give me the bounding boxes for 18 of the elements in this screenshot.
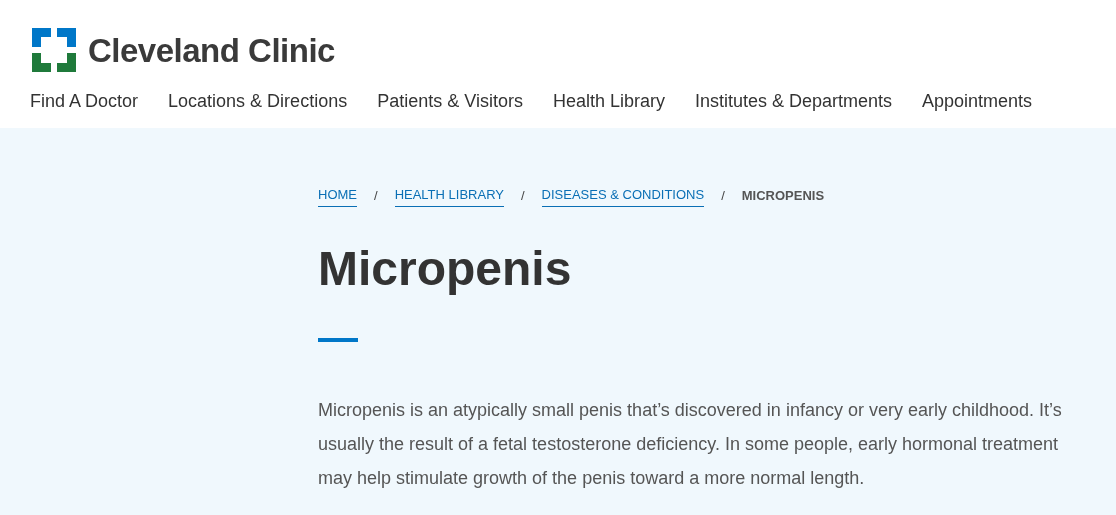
nav-link[interactable]: Patients & Visitors [377, 88, 523, 115]
breadcrumb-link[interactable]: HOME [318, 185, 357, 207]
nav-link[interactable]: Health Library [552, 88, 665, 115]
summary-paragraph: Micropenis is an atypically small penis that’s discovered in infancy or very early childhood. It’s usually the result of a fetal testosterone deficiency. In some people, early hormonal treatment may help stimulate growth of the penis toward a more normal length. [318, 398, 1063, 490]
breadcrumb-link[interactable]: DISEASES & CONDITIONS [541, 185, 705, 207]
breadcrumb-separator: / [520, 187, 525, 205]
page-title: Micropenis [318, 244, 573, 293]
breadcrumb-current: MICROPENIS [741, 187, 825, 205]
logo-text[interactable]: Cleveland Clinic [88, 33, 335, 67]
breadcrumb-separator: / [721, 187, 725, 205]
breadcrumb-separator: / [374, 187, 378, 205]
nav-link[interactable]: Appointments [922, 88, 1033, 115]
breadcrumb-link[interactable]: HEALTH LIBRARY [394, 185, 504, 207]
nav-link[interactable]: Find A Doctor [30, 88, 139, 115]
nav-link[interactable]: Institutes & Departments [694, 88, 893, 115]
nav-link[interactable]: Locations & Directions [168, 88, 348, 115]
cross-logo-icon [30, 26, 78, 74]
title-accent-bar [318, 337, 358, 342]
